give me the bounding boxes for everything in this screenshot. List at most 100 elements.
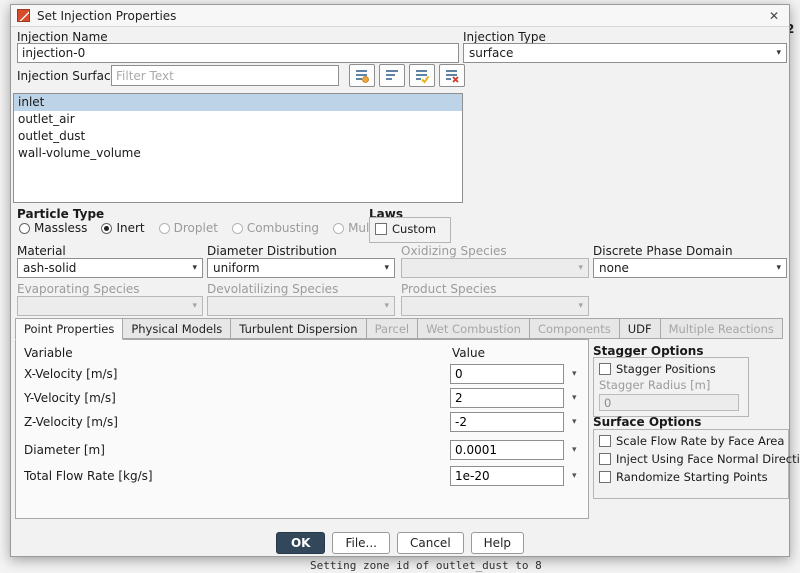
checkbox-icon [599,435,611,447]
injection-name-label: Injection Name [17,30,108,44]
stagger-options-title: Stagger Options [593,344,704,358]
y-velocity-input[interactable] [450,388,564,408]
tab-point-properties[interactable]: Point Properties [15,318,124,340]
tab-components: Components [529,318,620,339]
stagger-options-groupbox: Stagger Positions Stagger Radius [m] [593,357,749,417]
radio-icon [333,222,345,234]
list-lines-icon [386,69,398,80]
oxidizing-species-label: Oxidizing Species [401,244,507,258]
oxidizing-species-dropdown: ▾ [401,258,589,278]
surface-options-groupbox: Scale Flow Rate by Face Area Inject Usin… [593,429,800,499]
checkbox-icon [599,471,611,483]
radio-icon [231,222,243,234]
z-velocity-input[interactable] [450,412,564,432]
help-button[interactable]: Help [470,532,525,554]
radio-selected-icon [101,222,113,234]
chevron-down-icon[interactable]: ▾ [572,445,577,455]
list-x-icon [446,69,459,83]
chevron-down-icon: ▾ [384,301,389,311]
tab-udf[interactable]: UDF [619,318,661,339]
radio-icon [19,222,30,234]
deselect-all-button[interactable] [439,64,465,87]
show-list-button[interactable] [379,64,405,87]
chevron-down-icon: ▾ [776,48,781,58]
chevron-down-icon: ▾ [578,301,583,311]
variable-column-header: Variable [24,346,73,360]
injection-type-label: Injection Type [463,30,546,44]
radio-massless[interactable]: Massless [19,221,87,235]
diameter-distribution-label: Diameter Distribution [207,244,337,258]
ok-button[interactable]: OK [275,532,326,554]
dialog-title: Set Injection Properties [37,8,177,23]
discrete-phase-domain-dropdown[interactable]: none ▾ [593,258,787,278]
stagger-radius-label: Stagger Radius [m] [599,378,711,392]
tab-wet-combustion: Wet Combustion [418,318,530,339]
injection-surfaces-label: Injection Surfaces [17,69,125,83]
chevron-down-icon: ▾ [776,263,781,273]
devolatilizing-species-dropdown: ▾ [207,296,395,316]
chevron-down-icon: ▾ [384,263,389,273]
inject-face-normal-checkbox[interactable]: Inject Using Face Normal Direction [599,452,800,466]
table-row: Y-Velocity [m/s] ▾ [16,388,588,410]
diameter-input[interactable] [450,440,564,460]
list-check-icon [416,69,430,84]
radio-combusting: Combusting [231,221,319,235]
diameter-distribution-dropdown[interactable]: uniform ▾ [207,258,395,278]
cancel-button[interactable]: Cancel [397,532,464,554]
list-item[interactable]: outlet_air [14,111,462,128]
file-button[interactable]: File... [332,532,390,554]
console-output-line: Setting zone id of outlet_dust to 8 [310,559,542,572]
chevron-down-icon[interactable]: ▾ [572,393,577,403]
stagger-radius-input [599,394,739,411]
injection-surfaces-list: inlet outlet_air outlet_dust wall-volume… [13,93,463,203]
tab-physical-models[interactable]: Physical Models [123,318,232,339]
custom-laws-checkbox[interactable]: Custom [375,222,445,236]
chevron-down-icon[interactable]: ▾ [572,417,577,427]
injection-type-dropdown[interactable]: surface ▾ [463,43,787,63]
screen: 2 Setting zone id of outlet_dust to 8 Se… [0,0,800,573]
point-properties-panel: Variable Value X-Velocity [m/s] ▾ Y-Velo… [15,339,589,519]
radio-inert[interactable]: Inert [101,221,145,235]
table-row: Diameter [m] ▾ [16,440,588,462]
tab-turbulent-dispersion[interactable]: Turbulent Dispersion [231,318,367,339]
evaporating-species-label: Evaporating Species [17,282,140,296]
chevron-down-icon[interactable]: ▾ [572,471,577,481]
stagger-positions-checkbox[interactable]: Stagger Positions [599,362,743,376]
radio-icon [158,222,170,234]
surface-filter-input[interactable] [111,65,339,86]
radio-droplet: Droplet [158,221,218,235]
checkbox-icon [599,363,611,375]
value-column-header: Value [452,346,485,360]
discrete-phase-domain-label: Discrete Phase Domain [593,244,733,258]
x-velocity-input[interactable] [450,364,564,384]
checkbox-icon [375,223,387,235]
product-species-label: Product Species [401,282,497,296]
title-bar: Set Injection Properties ✕ [11,5,789,27]
total-flow-rate-input[interactable] [450,466,564,486]
select-all-button[interactable] [409,64,435,87]
set-injection-properties-dialog: Set Injection Properties ✕ Injection Nam… [10,4,800,557]
list-circle-icon [356,69,369,83]
checkbox-icon [599,453,611,465]
select-filtered-button[interactable] [349,64,375,87]
list-item[interactable]: wall-volume_volume [14,145,462,162]
close-icon[interactable]: ✕ [765,9,783,23]
product-species-dropdown: ▾ [401,296,589,316]
list-item[interactable]: inlet [14,94,462,111]
scale-flow-rate-checkbox[interactable]: Scale Flow Rate by Face Area [599,434,784,448]
table-row: Total Flow Rate [kg/s] ▾ [16,466,588,488]
chevron-down-icon: ▾ [192,263,197,273]
laws-groupbox: Custom [369,217,451,243]
material-dropdown[interactable]: ash-solid ▾ [17,258,203,278]
particle-type-label: Particle Type [17,207,105,221]
app-icon [17,9,30,22]
evaporating-species-dropdown: ▾ [17,296,203,316]
surface-options-title: Surface Options [593,415,702,429]
dialog-button-row: OK File... Cancel Help [11,532,789,554]
properties-tab-bar: Point Properties Physical Models Turbule… [15,318,787,340]
randomize-starting-points-checkbox[interactable]: Randomize Starting Points [599,470,783,484]
table-row: X-Velocity [m/s] ▾ [16,364,588,386]
list-item[interactable]: outlet_dust [14,128,462,145]
chevron-down-icon[interactable]: ▾ [572,369,577,379]
injection-name-input[interactable] [17,43,459,63]
